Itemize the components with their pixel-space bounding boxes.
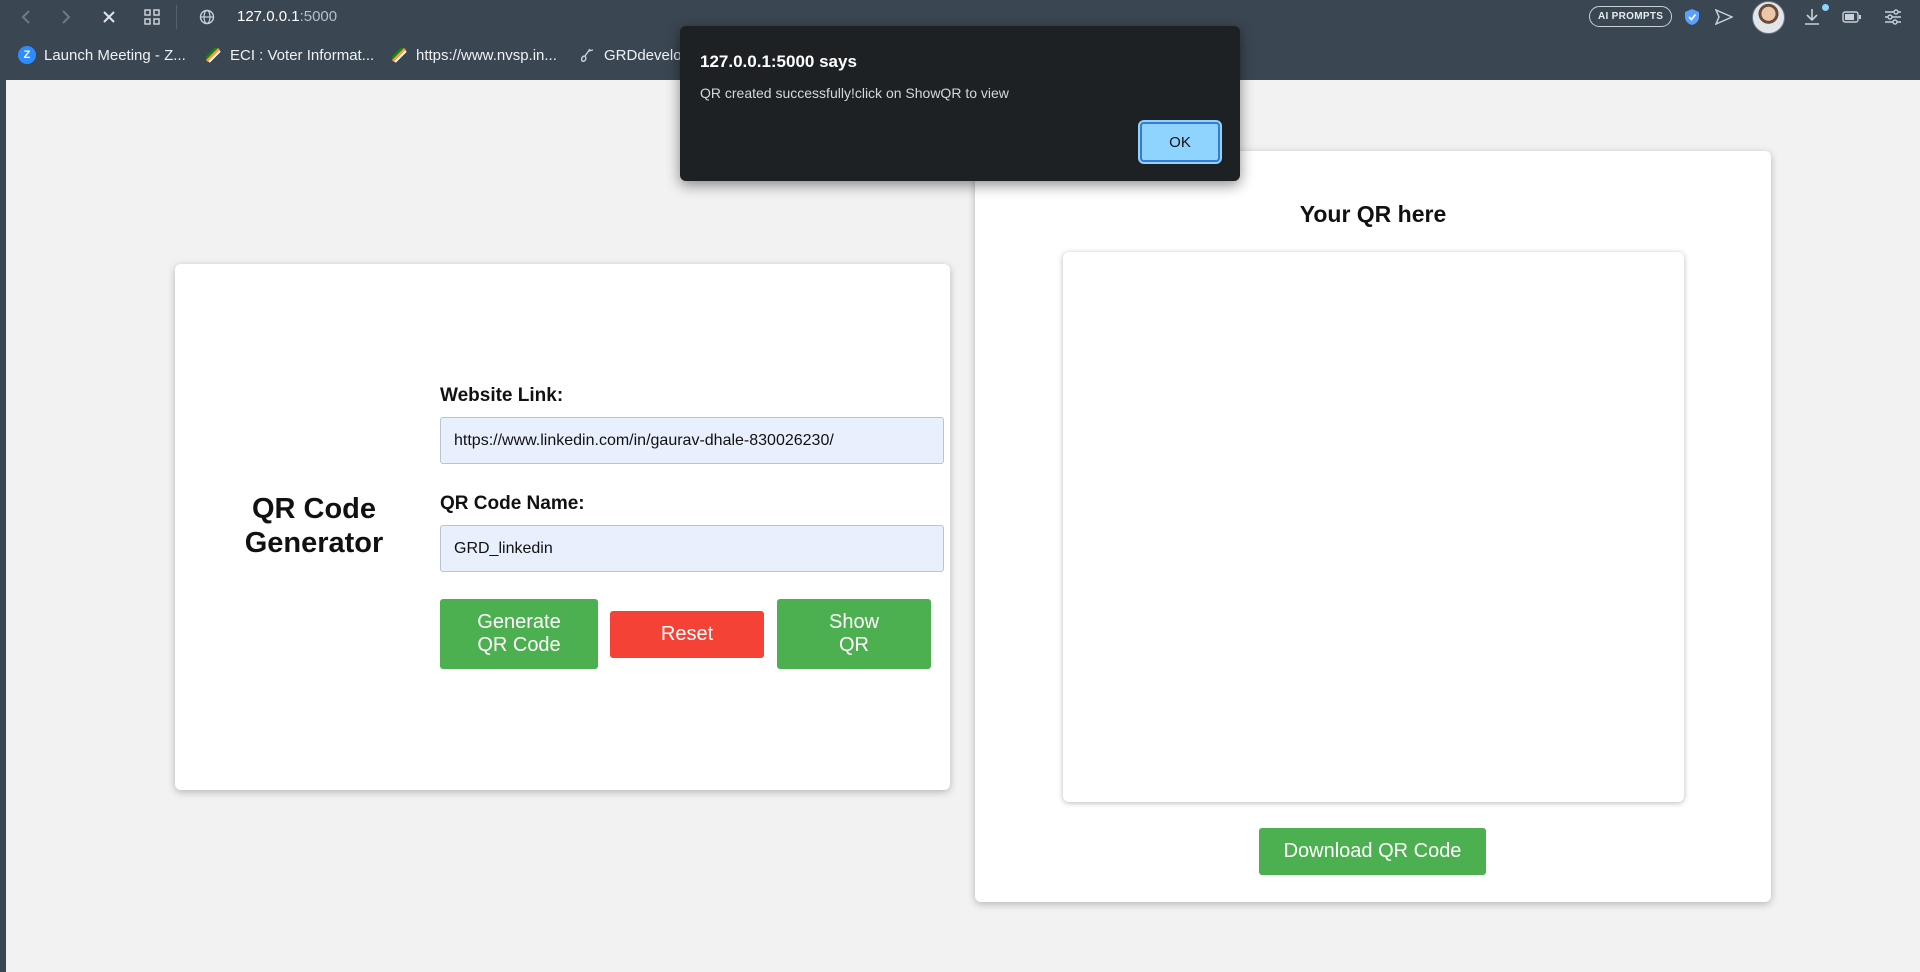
dialog-title: 127.0.0.1:5000 says xyxy=(700,52,857,71)
url-host: 127.0.0.1 xyxy=(237,8,300,25)
tab-grid-icon[interactable] xyxy=(140,6,164,28)
bookmark-label: GRDdevelo xyxy=(604,46,682,64)
bookmark-item[interactable]: https://www.nvsp.in... xyxy=(390,46,557,64)
settings-sliders-icon[interactable] xyxy=(1882,5,1904,29)
qr-name-input[interactable]: GRD_linkedin xyxy=(440,525,944,572)
back-icon[interactable] xyxy=(14,6,38,28)
shield-icon[interactable] xyxy=(1682,5,1702,29)
toolbar-divider xyxy=(176,5,177,29)
forward-icon[interactable] xyxy=(54,6,78,28)
generator-card: QR Code Generator Website Link: https://… xyxy=(175,264,950,790)
grd-icon xyxy=(578,46,596,64)
send-icon[interactable] xyxy=(1714,5,1734,29)
website-link-label: Website Link: xyxy=(440,385,564,406)
qr-preview-card: Your QR here Download QR Code xyxy=(975,151,1771,902)
page-title: QR Code Generator xyxy=(244,493,384,559)
bookmark-label: Launch Meeting - Z... xyxy=(44,46,186,64)
qr-heading: Your QR here xyxy=(1299,201,1447,227)
dialog-message: QR created successfully!click on ShowQR … xyxy=(700,85,1009,101)
ok-button[interactable]: OK xyxy=(1138,120,1222,164)
ai-prompts-button[interactable]: AI PROMPTS xyxy=(1589,6,1673,27)
zoom-icon: Z xyxy=(18,46,36,64)
bookmark-label: https://www.nvsp.in... xyxy=(416,46,557,64)
bookmark-label: ECI : Voter Informat... xyxy=(230,46,375,64)
site-info-icon[interactable] xyxy=(195,6,219,28)
download-badge xyxy=(1822,4,1829,11)
reset-button[interactable]: Reset xyxy=(610,611,764,658)
stop-loading-icon[interactable] xyxy=(97,6,121,28)
bookmark-item[interactable]: GRDdevelo xyxy=(578,46,682,64)
nvsp-icon xyxy=(390,46,408,64)
url-port: :5000 xyxy=(299,8,338,25)
download-qr-button[interactable]: Download QR Code xyxy=(1259,828,1486,875)
qr-display-area xyxy=(1063,252,1684,802)
qr-name-label: QR Code Name: xyxy=(440,493,585,514)
address-bar[interactable]: 127.0.0.1:5000 xyxy=(237,8,337,25)
profile-avatar[interactable] xyxy=(1752,1,1785,34)
download-icon[interactable] xyxy=(1801,5,1823,29)
show-qr-button[interactable]: Show QR xyxy=(777,599,931,669)
bookmark-item[interactable]: Z Launch Meeting - Z... xyxy=(18,46,186,64)
alert-dialog: 127.0.0.1:5000 says QR created successfu… xyxy=(680,26,1240,181)
generate-qr-button[interactable]: Generate QR Code xyxy=(440,599,598,669)
battery-saver-icon[interactable] xyxy=(1841,5,1863,29)
bookmark-item[interactable]: ECI : Voter Informat... xyxy=(204,46,374,64)
page-viewport: QR Code Generator Website Link: https://… xyxy=(6,80,1920,972)
website-link-input[interactable]: https://www.linkedin.com/in/gaurav-dhale… xyxy=(440,417,944,464)
eci-icon xyxy=(204,46,222,64)
